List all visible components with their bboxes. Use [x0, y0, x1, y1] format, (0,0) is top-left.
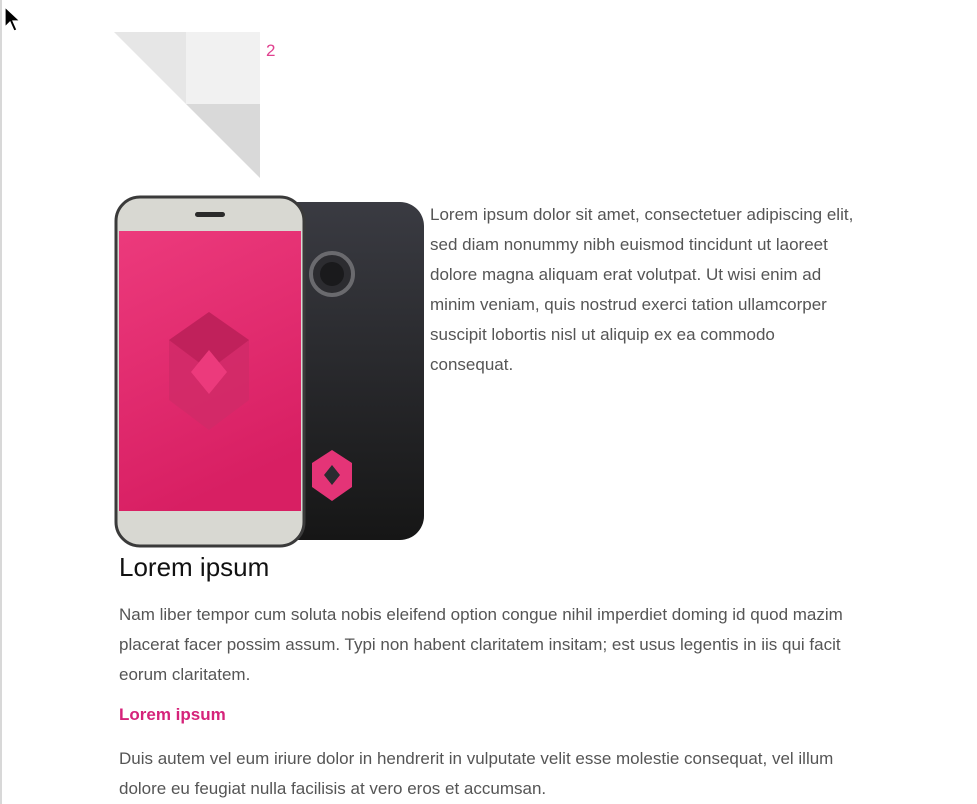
body-paragraph-2: Duis autem vel eum iriure dolor in hendr… [119, 749, 834, 798]
document-page: 2 Lorem ipsum dolor sit amet, consectetu… [0, 0, 977, 804]
intro-paragraph: Lorem ipsum dolor sit amet, consectetuer… [430, 200, 860, 380]
intro-paragraph-text: Lorem ipsum dolor sit amet, consectetuer… [430, 205, 854, 374]
page-number: 2 [266, 41, 276, 60]
smartphone-illustration [114, 195, 424, 548]
mouse-pointer-icon [4, 6, 22, 32]
body-paragraph-1: Nam liber tempor cum soluta nobis eleife… [119, 605, 843, 684]
subsection-heading: Lorem ipsum [119, 705, 226, 724]
page-corner-fold-icon [114, 32, 260, 178]
section-heading: Lorem ipsum [119, 552, 270, 582]
